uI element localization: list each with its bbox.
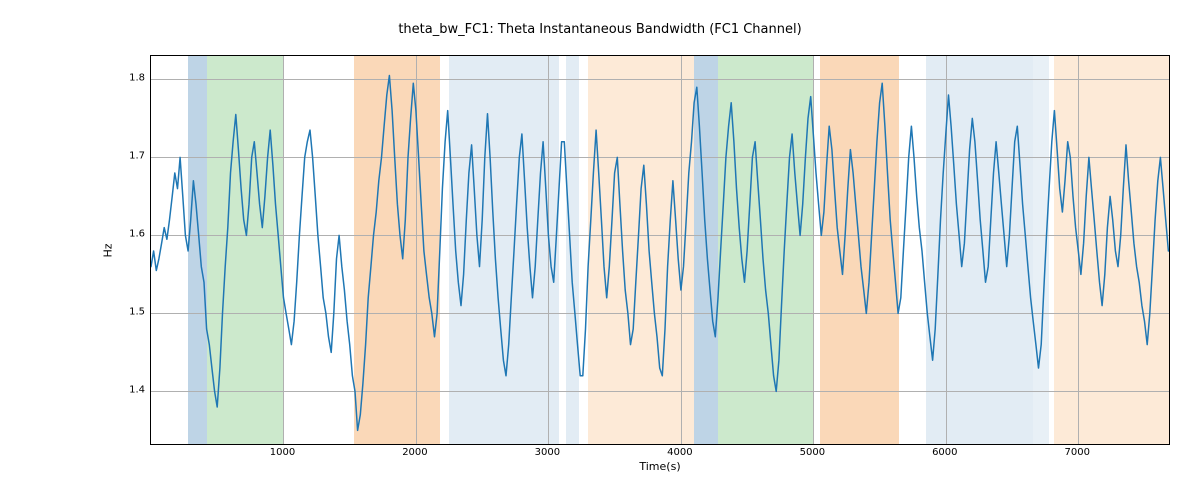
y-tick-label: 1.8: [120, 73, 145, 84]
x-axis-label: Time(s): [150, 460, 1170, 473]
y-tick-label: 1.7: [120, 151, 145, 162]
line-path: [151, 76, 1168, 431]
x-tick-label: 1000: [270, 447, 295, 458]
y-tick-label: 1.6: [120, 229, 145, 240]
line-series: [151, 56, 1170, 445]
x-tick-label: 7000: [1065, 447, 1090, 458]
y-axis-label-text: Hz: [102, 243, 115, 257]
chart-figure: theta_bw_FC1: Theta Instantaneous Bandwi…: [0, 0, 1200, 500]
x-tick-label: 2000: [402, 447, 427, 458]
x-tick-label: 6000: [932, 447, 957, 458]
plot-area: [150, 55, 1170, 445]
y-tick-label: 1.5: [120, 307, 145, 318]
x-tick-label: 3000: [535, 447, 560, 458]
y-axis-label: Hz: [102, 55, 114, 445]
x-tick-label: 5000: [800, 447, 825, 458]
x-tick-label: 4000: [667, 447, 692, 458]
chart-title: theta_bw_FC1: Theta Instantaneous Bandwi…: [0, 22, 1200, 37]
y-tick-label: 1.4: [120, 385, 145, 396]
